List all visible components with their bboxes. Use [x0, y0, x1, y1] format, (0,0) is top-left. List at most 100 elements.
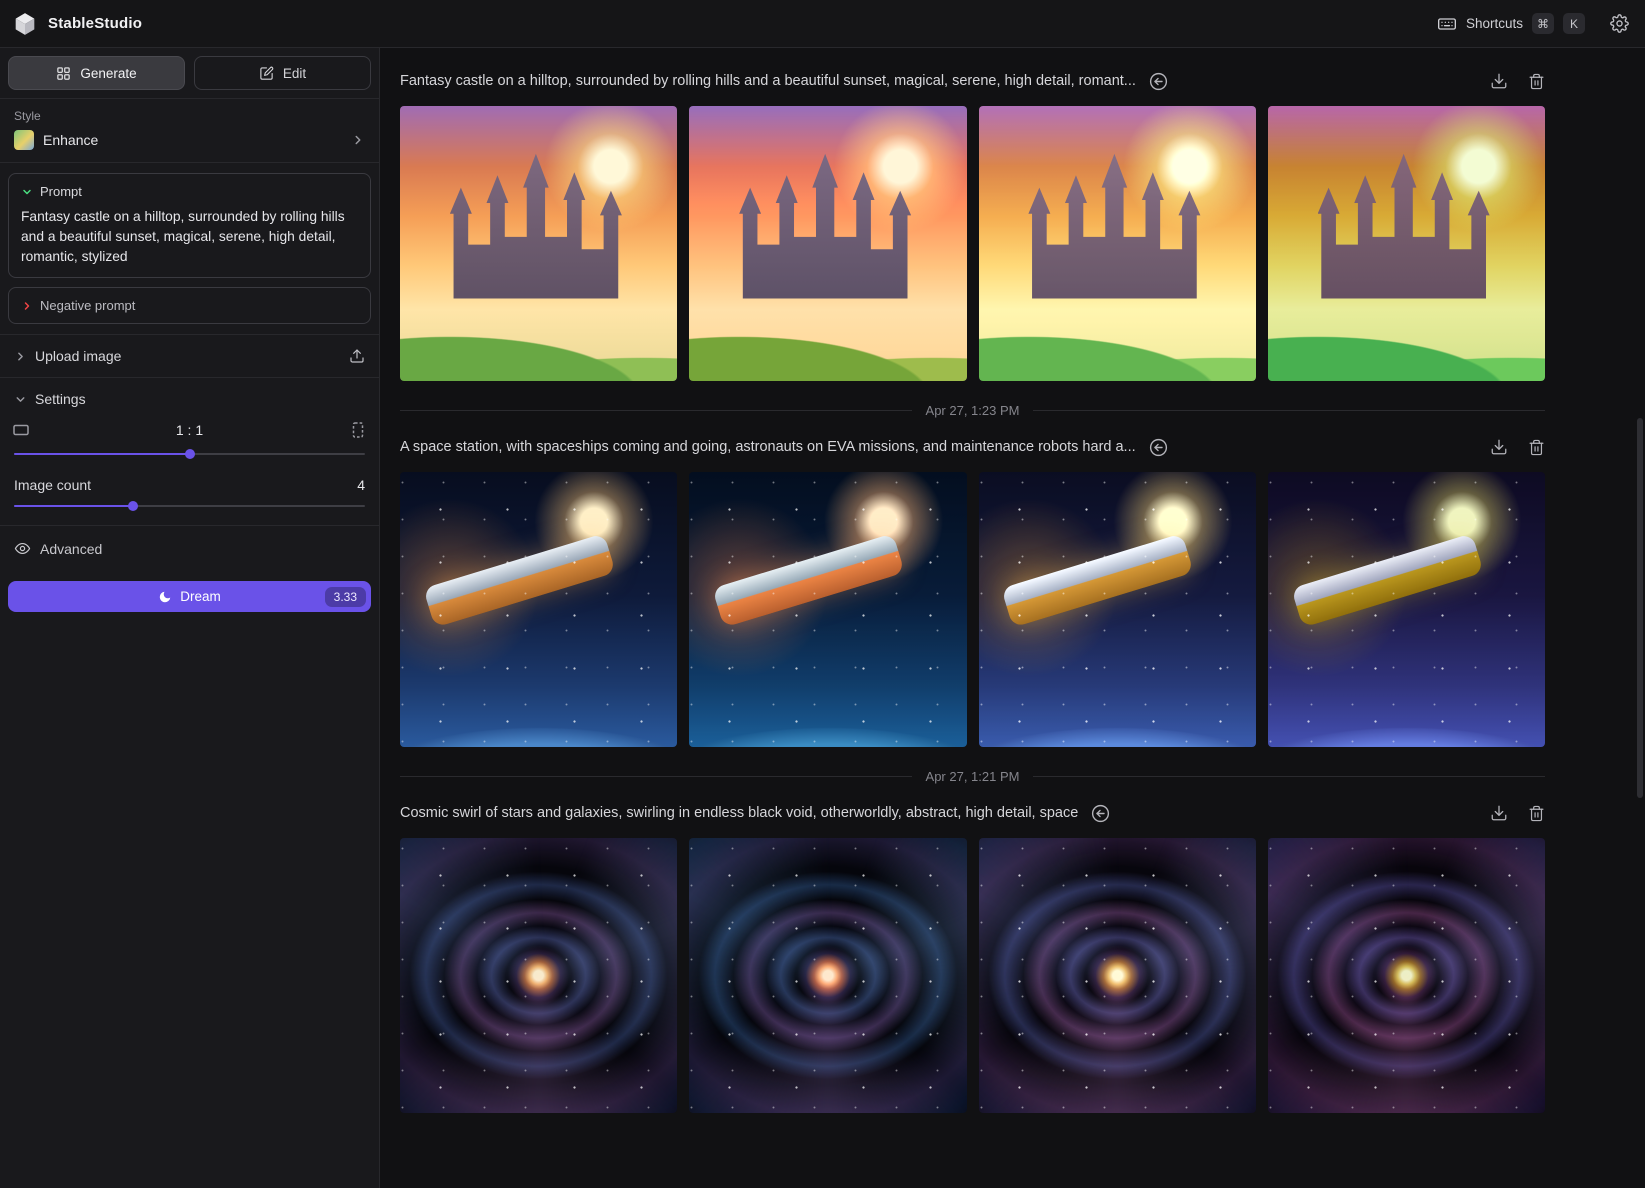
- edit-pencil-icon: [259, 66, 274, 81]
- grid-icon: [56, 66, 71, 81]
- galaxy-image-4[interactable]: [1268, 838, 1545, 1113]
- generation-prompt: A space station, with spaceships coming …: [400, 439, 1136, 455]
- galaxy-image-3[interactable]: [979, 838, 1256, 1113]
- style-label: Style: [14, 109, 365, 123]
- tab-generate[interactable]: Generate: [8, 56, 185, 90]
- style-selector[interactable]: Enhance: [14, 130, 365, 150]
- download-icon: [1490, 72, 1508, 90]
- chevron-down-icon: [21, 186, 33, 198]
- gear-icon: [1610, 14, 1629, 33]
- divider-line: [400, 776, 912, 777]
- slider-thumb[interactable]: [185, 449, 195, 459]
- dream-cost-badge: 3.33: [325, 587, 366, 607]
- app-window: StableStudio Shortcuts ⌘ K: [0, 0, 1645, 1188]
- brand: StableStudio: [12, 11, 142, 37]
- settings-label: Settings: [35, 391, 86, 407]
- dream-button[interactable]: Dream 3.33: [8, 581, 371, 612]
- style-value: Enhance: [43, 132, 98, 148]
- kbd-k: K: [1563, 13, 1585, 34]
- app-title: StableStudio: [48, 15, 142, 32]
- upload-icon[interactable]: [349, 348, 365, 364]
- image-grid: [400, 838, 1545, 1113]
- download-button[interactable]: [1490, 438, 1508, 456]
- timestamp-divider: Apr 27, 1:23 PM: [400, 403, 1545, 418]
- image-grid: [400, 106, 1545, 381]
- tab-edit[interactable]: Edit: [194, 56, 371, 90]
- settings-toggle[interactable]: Settings: [0, 378, 379, 413]
- negative-prompt-header[interactable]: Negative prompt: [21, 298, 358, 313]
- timestamp: Apr 27, 1:23 PM: [926, 403, 1020, 418]
- delete-button[interactable]: [1528, 805, 1545, 822]
- landscape-aspect-icon: [12, 421, 30, 439]
- shortcuts-label: Shortcuts: [1466, 16, 1523, 31]
- keyboard-icon: [1437, 14, 1457, 34]
- negative-prompt-card: Negative prompt: [8, 287, 371, 324]
- generation-group: A space station, with spaceships coming …: [400, 434, 1545, 784]
- chevron-right-icon: [14, 350, 27, 363]
- app-logo-icon: [12, 11, 38, 37]
- slider-thumb[interactable]: [128, 501, 138, 511]
- upload-image-row[interactable]: Upload image: [0, 335, 379, 378]
- chevron-right-icon: [21, 300, 33, 312]
- prompt-header[interactable]: Prompt: [21, 184, 358, 199]
- timestamp-divider: Apr 27, 1:21 PM: [400, 769, 1545, 784]
- download-button[interactable]: [1490, 72, 1508, 90]
- divider-line: [1033, 776, 1545, 777]
- delete-button[interactable]: [1528, 439, 1545, 456]
- top-bar: StableStudio Shortcuts ⌘ K: [0, 0, 1645, 48]
- reuse-prompt-button[interactable]: [1090, 803, 1111, 824]
- delete-button[interactable]: [1528, 73, 1545, 90]
- galaxy-image-1[interactable]: [400, 838, 677, 1113]
- scrollbar[interactable]: [1637, 418, 1643, 798]
- aspect-ratio-slider[interactable]: [14, 447, 365, 461]
- tab-edit-label: Edit: [283, 66, 306, 81]
- aspect-ratio-value: 1 : 1: [30, 422, 349, 438]
- image-count-label: Image count: [14, 477, 91, 493]
- arrow-left-circle-icon: [1090, 803, 1111, 824]
- divider-line: [1033, 410, 1545, 411]
- negative-prompt-label: Negative prompt: [40, 298, 135, 313]
- chevron-right-icon: [351, 133, 365, 147]
- trash-icon: [1528, 805, 1545, 822]
- castle-image-1[interactable]: [400, 106, 677, 381]
- advanced-label: Advanced: [40, 541, 102, 557]
- trash-icon: [1528, 439, 1545, 456]
- generation-prompt: Fantasy castle on a hilltop, surrounded …: [400, 73, 1136, 89]
- dream-label: Dream: [180, 589, 221, 604]
- trash-icon: [1528, 73, 1545, 90]
- image-count-value: 4: [357, 477, 365, 493]
- download-icon: [1490, 438, 1508, 456]
- space-image-2[interactable]: [689, 472, 966, 747]
- download-icon: [1490, 804, 1508, 822]
- shortcuts-button[interactable]: Shortcuts ⌘ K: [1437, 13, 1585, 34]
- settings-button[interactable]: [1610, 14, 1629, 33]
- divider-line: [400, 410, 912, 411]
- timestamp: Apr 27, 1:21 PM: [926, 769, 1020, 784]
- download-button[interactable]: [1490, 804, 1508, 822]
- generation-group: Cosmic swirl of stars and galaxies, swir…: [400, 800, 1545, 1113]
- space-image-4[interactable]: [1268, 472, 1545, 747]
- prompt-input[interactable]: Fantasy castle on a hilltop, surrounded …: [21, 207, 358, 267]
- space-image-1[interactable]: [400, 472, 677, 747]
- prompt-card: Prompt Fantasy castle on a hilltop, surr…: [8, 173, 371, 278]
- reuse-prompt-button[interactable]: [1148, 437, 1169, 458]
- space-image-3[interactable]: [979, 472, 1256, 747]
- image-count-slider[interactable]: [14, 499, 365, 513]
- image-grid: [400, 472, 1545, 747]
- arrow-left-circle-icon: [1148, 71, 1169, 92]
- generation-group: Fantasy castle on a hilltop, surrounded …: [400, 68, 1545, 418]
- galaxy-image-2[interactable]: [689, 838, 966, 1113]
- advanced-toggle[interactable]: Advanced: [0, 526, 379, 571]
- castle-image-2[interactable]: [689, 106, 966, 381]
- reuse-prompt-button[interactable]: [1148, 71, 1169, 92]
- generation-feed: Fantasy castle on a hilltop, surrounded …: [380, 48, 1645, 1188]
- moon-icon: [158, 590, 172, 604]
- kbd-cmd: ⌘: [1532, 13, 1554, 34]
- arrow-left-circle-icon: [1148, 437, 1169, 458]
- sidebar: Generate Edit Style Enhance: [0, 48, 380, 1188]
- castle-image-3[interactable]: [979, 106, 1256, 381]
- prompt-label: Prompt: [40, 184, 82, 199]
- tab-generate-label: Generate: [80, 66, 136, 81]
- castle-image-4[interactable]: [1268, 106, 1545, 381]
- generation-prompt: Cosmic swirl of stars and galaxies, swir…: [400, 805, 1078, 821]
